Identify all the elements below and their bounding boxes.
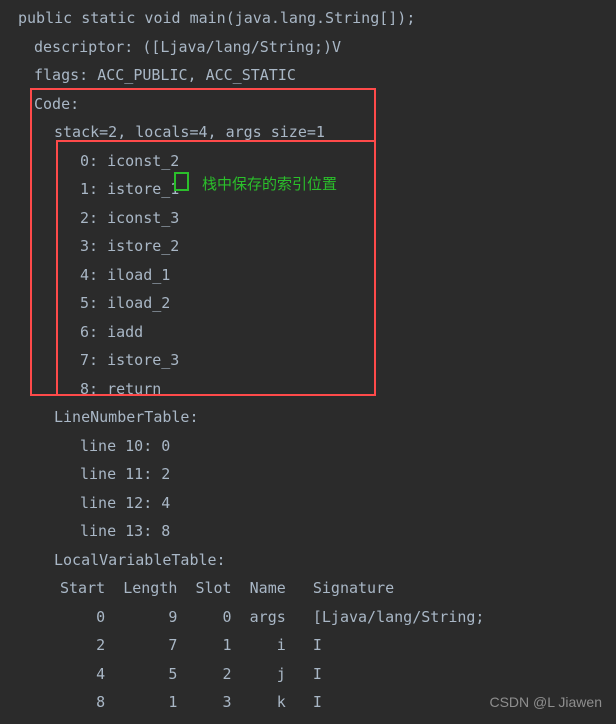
lvt-row: 0 9 0 args [Ljava/lang/String; bbox=[0, 603, 616, 632]
lvt-row: 4 5 2 j I bbox=[0, 660, 616, 689]
lnt-row: line 10: 0 bbox=[0, 432, 616, 461]
bytecode-row: 6: iadd bbox=[0, 318, 616, 347]
bytecode-row: 2: iconst_3 bbox=[0, 204, 616, 233]
bytecode-row: 3: istore_2 bbox=[0, 232, 616, 261]
annotation-text: 栈中保存的索引位置 bbox=[202, 170, 337, 199]
bytecode-row: 4: iload_1 bbox=[0, 261, 616, 290]
lnt-row: line 13: 8 bbox=[0, 517, 616, 546]
flags-line: flags: ACC_PUBLIC, ACC_STATIC bbox=[0, 61, 616, 90]
lvt-header: LocalVariableTable: bbox=[0, 546, 616, 575]
lnt-header: LineNumberTable: bbox=[0, 403, 616, 432]
watermark: CSDN @L Jiawen bbox=[489, 689, 602, 716]
code-header: Code: bbox=[0, 90, 616, 119]
method-signature: public static void main(java.lang.String… bbox=[0, 4, 616, 33]
line-number-table: line 10: 0line 11: 2line 12: 4line 13: 8 bbox=[0, 432, 616, 546]
lvt-columns: Start Length Slot Name Signature bbox=[0, 574, 616, 603]
bytecode-row: 5: iload_2 bbox=[0, 289, 616, 318]
bytecode-row: 8: return bbox=[0, 375, 616, 404]
lnt-row: line 11: 2 bbox=[0, 460, 616, 489]
descriptor-line: descriptor: ([Ljava/lang/String;)V bbox=[0, 33, 616, 62]
lnt-row: line 12: 4 bbox=[0, 489, 616, 518]
stack-info: stack=2, locals=4, args_size=1 bbox=[0, 118, 616, 147]
bytecode-row: 7: istore_3 bbox=[0, 346, 616, 375]
lvt-row: 2 7 1 i I bbox=[0, 631, 616, 660]
